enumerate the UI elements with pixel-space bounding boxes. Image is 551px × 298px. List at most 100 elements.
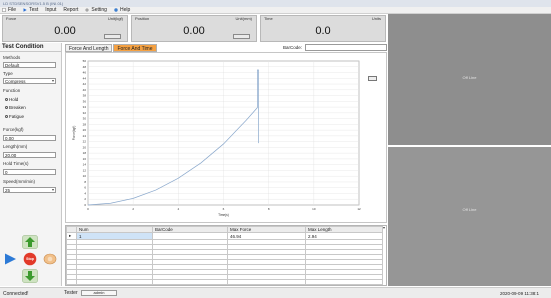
test-condition-panel: Test Condition Methods Default Type Comp… — [0, 43, 62, 286]
function-radio-hold[interactable]: Hold — [5, 97, 18, 102]
table-cell[interactable] — [152, 279, 228, 285]
menu-setting-label: Setting — [91, 7, 107, 13]
time-readout-label: Time — [264, 16, 273, 21]
menu-setting[interactable]: Setting — [85, 7, 107, 13]
length-input[interactable]: 20.00 — [3, 152, 56, 158]
table-row[interactable] — [66, 279, 386, 285]
arrow-up-icon — [22, 235, 38, 249]
x-tick-label: 8 — [268, 207, 270, 211]
function-label: Function — [3, 88, 21, 93]
chart-tabs: Force And Length Force And Time — [65, 44, 158, 52]
menu-help[interactable]: Help — [114, 7, 130, 13]
table-cell[interactable] — [76, 279, 153, 285]
barcode-input[interactable] — [305, 44, 387, 51]
tab-force-and-time[interactable]: Force And Time — [113, 44, 157, 52]
type-select-value: Compress — [5, 79, 26, 84]
status-bar: Connected! Tester admin 2020-09-09 11:38… — [0, 287, 551, 298]
time-readout-unit: Units — [371, 16, 381, 21]
force-time-chart: 0 2 4 6 8 10 12 14 16 18 20 22 24 26 28 30 32 34 36 38 40 42 4… — [65, 52, 387, 223]
stop-button[interactable]: Stop — [22, 252, 38, 266]
force-readout-label: Force — [6, 16, 17, 21]
camera-top-status: Off Line — [462, 75, 477, 80]
position-zero-button[interactable] — [233, 34, 250, 39]
function-radio-breaken[interactable]: Breaken — [5, 105, 26, 110]
y-tick-label: 44 — [83, 76, 87, 80]
help-icon — [114, 8, 118, 12]
y-tick-label: 36 — [83, 99, 87, 103]
results-table[interactable]: Num BarCode Max Force Max Length ▸ 1 46.94… — [65, 225, 387, 286]
y-tick-label: 38 — [83, 94, 87, 98]
force-readout-unit: Unit(kgf) — [107, 16, 123, 21]
table-cell[interactable] — [152, 232, 228, 240]
menu-test-label: Test — [29, 7, 39, 13]
function-radio-hold-label: Hold — [9, 97, 19, 102]
methods-label: Methods — [3, 55, 21, 60]
force-label: Force(kgf) — [3, 127, 24, 132]
y-tick-label: 42 — [83, 82, 87, 86]
y-tick-label: 46 — [83, 71, 87, 75]
y-tick-label: 40 — [83, 88, 87, 92]
radio-icon — [5, 98, 8, 101]
x-tick-label: 4 — [177, 207, 179, 211]
table-cell[interactable]: 2.94 — [304, 232, 384, 240]
tester-value: admin — [81, 290, 117, 296]
function-radio-fatigue[interactable]: Fatigue — [5, 114, 24, 119]
type-select[interactable]: Compress — [3, 78, 56, 84]
time-readout-value: 0.0 — [315, 25, 331, 37]
table-cell[interactable] — [304, 279, 384, 285]
x-tick-label: 12 — [357, 207, 361, 211]
y-tick-label: 6 — [84, 186, 86, 190]
menu-input[interactable]: Input — [45, 7, 56, 13]
y-tick-label: 28 — [83, 122, 87, 126]
x-tick-label: 0 — [87, 207, 89, 211]
y-tick-label: 32 — [83, 111, 87, 115]
table-cell[interactable] — [66, 279, 77, 285]
camera-bottom-status: Off Line — [462, 207, 477, 212]
connection-status: Connected! — [3, 291, 29, 297]
y-tick-label: 12 — [83, 168, 87, 172]
y-tick-label: 26 — [83, 128, 87, 132]
move-up-button[interactable] — [22, 235, 38, 249]
y-tick-label: 16 — [83, 157, 87, 161]
y-tick-label: 4 — [84, 191, 86, 195]
speed-select-value: 25 — [5, 188, 11, 193]
file-icon — [2, 8, 6, 12]
table-cell[interactable]: 1 — [76, 232, 153, 240]
y-tick-label: 20 — [83, 145, 87, 149]
y-tick-label: 10 — [83, 174, 87, 178]
x-tick-label: 6 — [223, 207, 225, 211]
force-zero-button[interactable] — [104, 34, 121, 39]
position-readout-unit: Unit(mm) — [235, 16, 252, 21]
menu-file[interactable]: File — [2, 7, 16, 13]
force-input[interactable]: 0.00 — [3, 135, 56, 141]
y-tick-label: 14 — [83, 163, 87, 167]
y-tick-label: 22 — [83, 140, 87, 144]
y-axis-label: Force(kgf) — [72, 126, 76, 141]
table-cell[interactable]: 46.94 — [227, 232, 306, 240]
stop-button-label: Stop — [26, 257, 34, 261]
tab-force-and-length[interactable]: Force And Length — [65, 44, 113, 52]
chart-option-button[interactable] — [368, 76, 377, 81]
menu-file-label: File — [8, 7, 17, 13]
hold-time-input[interactable]: 0 — [3, 169, 56, 175]
function-radio-breaken-label: Breaken — [9, 105, 26, 110]
x-axis-label: Time(s) — [218, 213, 229, 217]
table-cell[interactable] — [227, 279, 306, 285]
radio-icon — [5, 115, 8, 118]
play-icon — [23, 8, 27, 12]
table-row[interactable]: ▸ 1 46.94 2.94 — [66, 232, 386, 240]
y-tick-label: 30 — [83, 117, 87, 121]
start-button[interactable] — [2, 252, 18, 266]
methods-input[interactable]: Default — [3, 62, 56, 68]
position-readout-label: Position — [135, 16, 150, 21]
menu-test[interactable]: Test — [23, 7, 38, 13]
speed-select[interactable]: 25 — [3, 187, 56, 193]
arrow-down-icon — [22, 269, 38, 283]
menu-report-label: Report — [63, 7, 79, 13]
move-down-button[interactable] — [22, 269, 38, 283]
y-tick-label: 24 — [83, 134, 87, 138]
y-tick-label: 2 — [84, 197, 86, 201]
menu-report[interactable]: Report — [63, 7, 78, 13]
reset-button[interactable] — [42, 252, 58, 266]
menu-bar: File Test Input Report Setting Help — [0, 7, 551, 14]
